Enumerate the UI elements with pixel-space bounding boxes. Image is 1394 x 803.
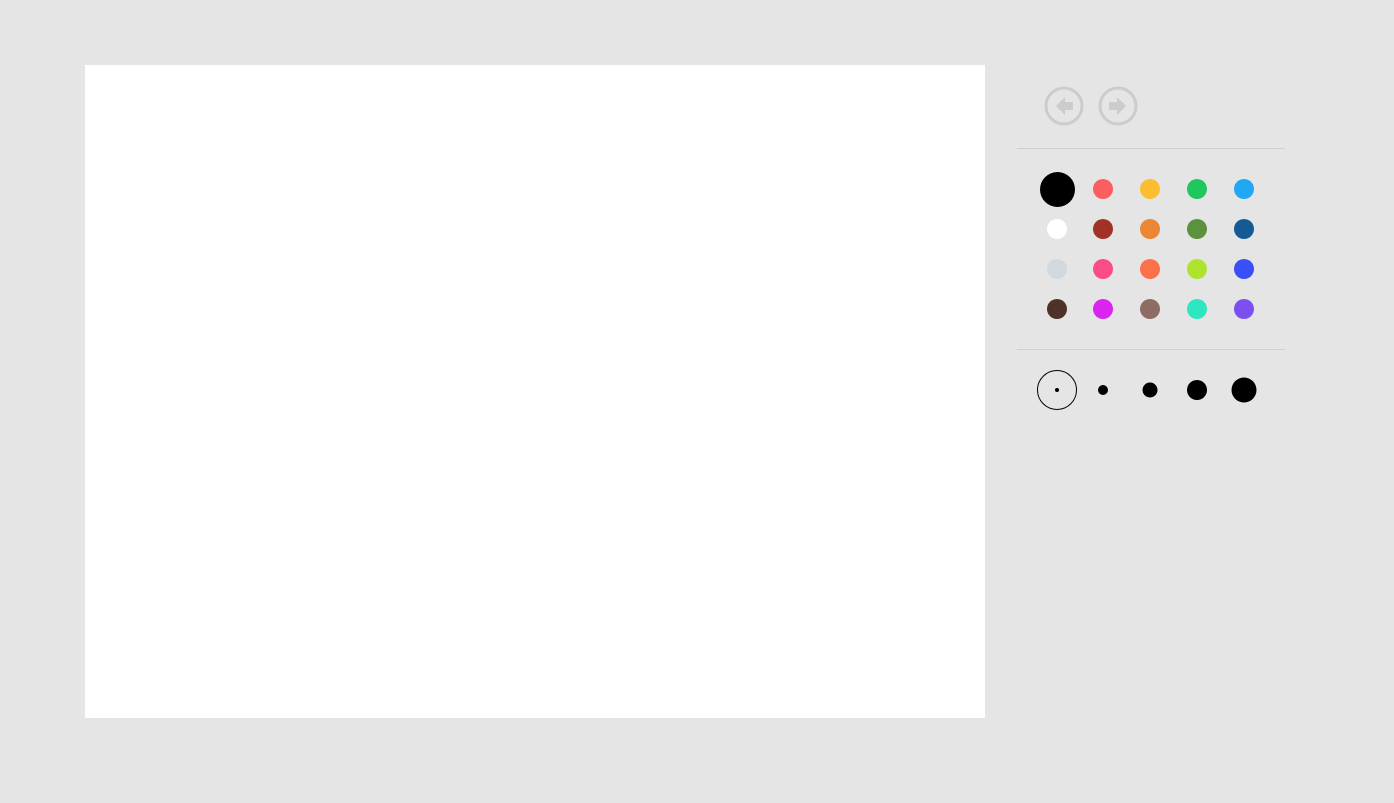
color-swatch[interactable] (1234, 179, 1254, 199)
brush-size-option[interactable] (1177, 370, 1217, 410)
color-swatch[interactable] (1093, 219, 1113, 239)
color-swatch[interactable] (1093, 179, 1113, 199)
undo-button[interactable] (1044, 86, 1084, 126)
brush-size-dot (1187, 380, 1207, 400)
color-palette (1017, 149, 1285, 350)
brush-size-selector (1017, 350, 1285, 430)
brush-size-option[interactable] (1224, 370, 1264, 410)
brush-size-dot (1231, 377, 1257, 403)
color-swatch[interactable] (1039, 171, 1075, 207)
brush-size-option[interactable] (1130, 370, 1170, 410)
color-swatch[interactable] (1047, 219, 1067, 239)
arrow-right-circle-icon (1098, 86, 1138, 126)
brush-size-option[interactable] (1037, 370, 1077, 410)
color-swatch[interactable] (1140, 299, 1160, 319)
color-swatch[interactable] (1187, 299, 1207, 319)
brush-size-dot (1055, 388, 1059, 392)
color-swatch[interactable] (1140, 219, 1160, 239)
color-swatch[interactable] (1093, 299, 1113, 319)
brush-size-dot (1142, 382, 1158, 398)
history-controls (1017, 65, 1285, 149)
brush-size-dot (1098, 385, 1108, 395)
color-swatch[interactable] (1093, 259, 1113, 279)
color-swatch[interactable] (1187, 259, 1207, 279)
color-swatch[interactable] (1187, 219, 1207, 239)
color-swatch[interactable] (1140, 179, 1160, 199)
color-swatch[interactable] (1140, 259, 1160, 279)
color-swatch[interactable] (1047, 299, 1067, 319)
color-swatch[interactable] (1234, 259, 1254, 279)
arrow-left-circle-icon (1044, 86, 1084, 126)
color-swatch[interactable] (1234, 299, 1254, 319)
color-swatch[interactable] (1047, 259, 1067, 279)
color-swatch[interactable] (1234, 219, 1254, 239)
redo-button[interactable] (1098, 86, 1138, 126)
drawing-canvas[interactable] (85, 65, 985, 718)
color-swatch[interactable] (1187, 179, 1207, 199)
brush-size-option[interactable] (1083, 370, 1123, 410)
